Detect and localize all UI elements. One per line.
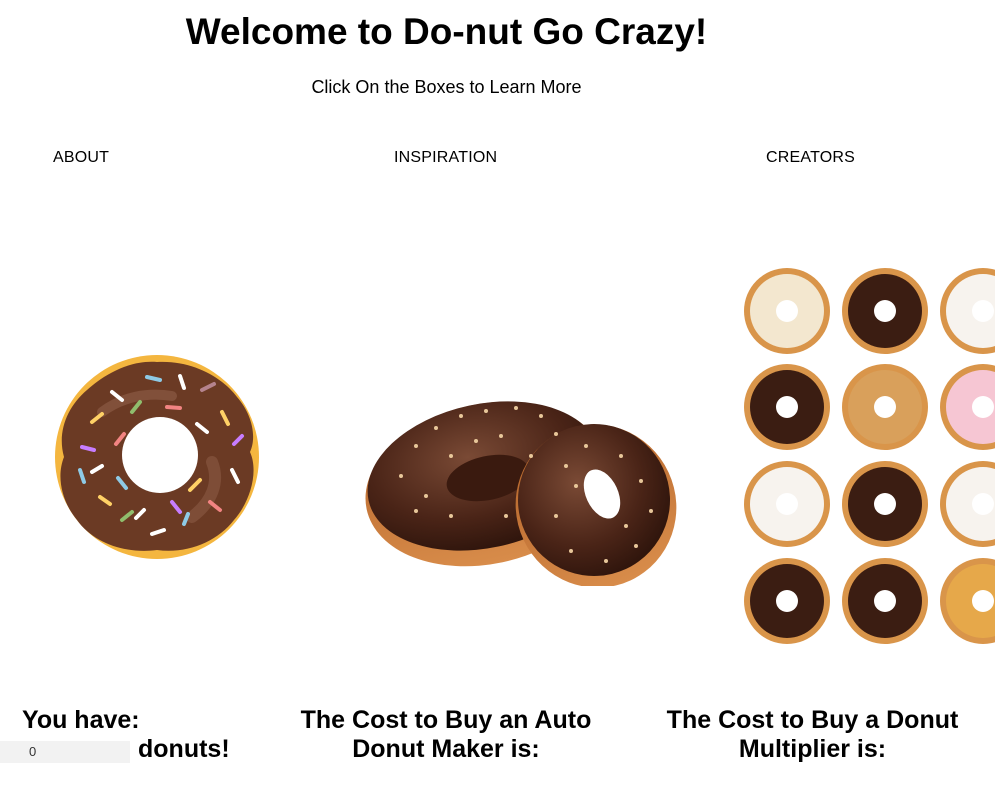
donut-hole xyxy=(972,300,994,322)
donut-hole xyxy=(874,396,896,418)
donut-hole xyxy=(776,493,798,515)
donut-hole xyxy=(972,493,994,515)
donut-assortment-image xyxy=(744,268,995,644)
donut-count-field[interactable]: 0 xyxy=(0,741,130,763)
donuts-suffix-label: donuts! xyxy=(138,735,230,763)
donut-hole xyxy=(776,300,798,322)
about-box[interactable]: ABOUT xyxy=(53,148,109,168)
page-subtitle: Click On the Boxes to Learn More xyxy=(311,77,582,97)
donut-hole xyxy=(776,396,798,418)
inspiration-box[interactable]: INSPIRATION xyxy=(394,148,497,168)
donut-hole xyxy=(874,590,896,612)
donut-hole xyxy=(776,590,798,612)
donut-grid xyxy=(744,268,995,644)
donut-click-icon[interactable] xyxy=(52,352,262,562)
chocolate-donuts-image xyxy=(365,401,677,586)
you-have-label: You have: xyxy=(22,706,140,734)
page-title: Welcome to Do-nut Go Crazy! xyxy=(185,11,708,52)
auto-maker-cost-heading: The Cost to Buy an Auto Donut Maker is: xyxy=(300,706,592,763)
donut-hole xyxy=(972,590,994,612)
donut-hole xyxy=(874,300,896,322)
creators-box[interactable]: CREATORS xyxy=(766,148,855,168)
donut-hole xyxy=(874,493,896,515)
donut-hole xyxy=(972,396,994,418)
multiplier-cost-heading: The Cost to Buy a Donut Multiplier is: xyxy=(666,706,959,763)
